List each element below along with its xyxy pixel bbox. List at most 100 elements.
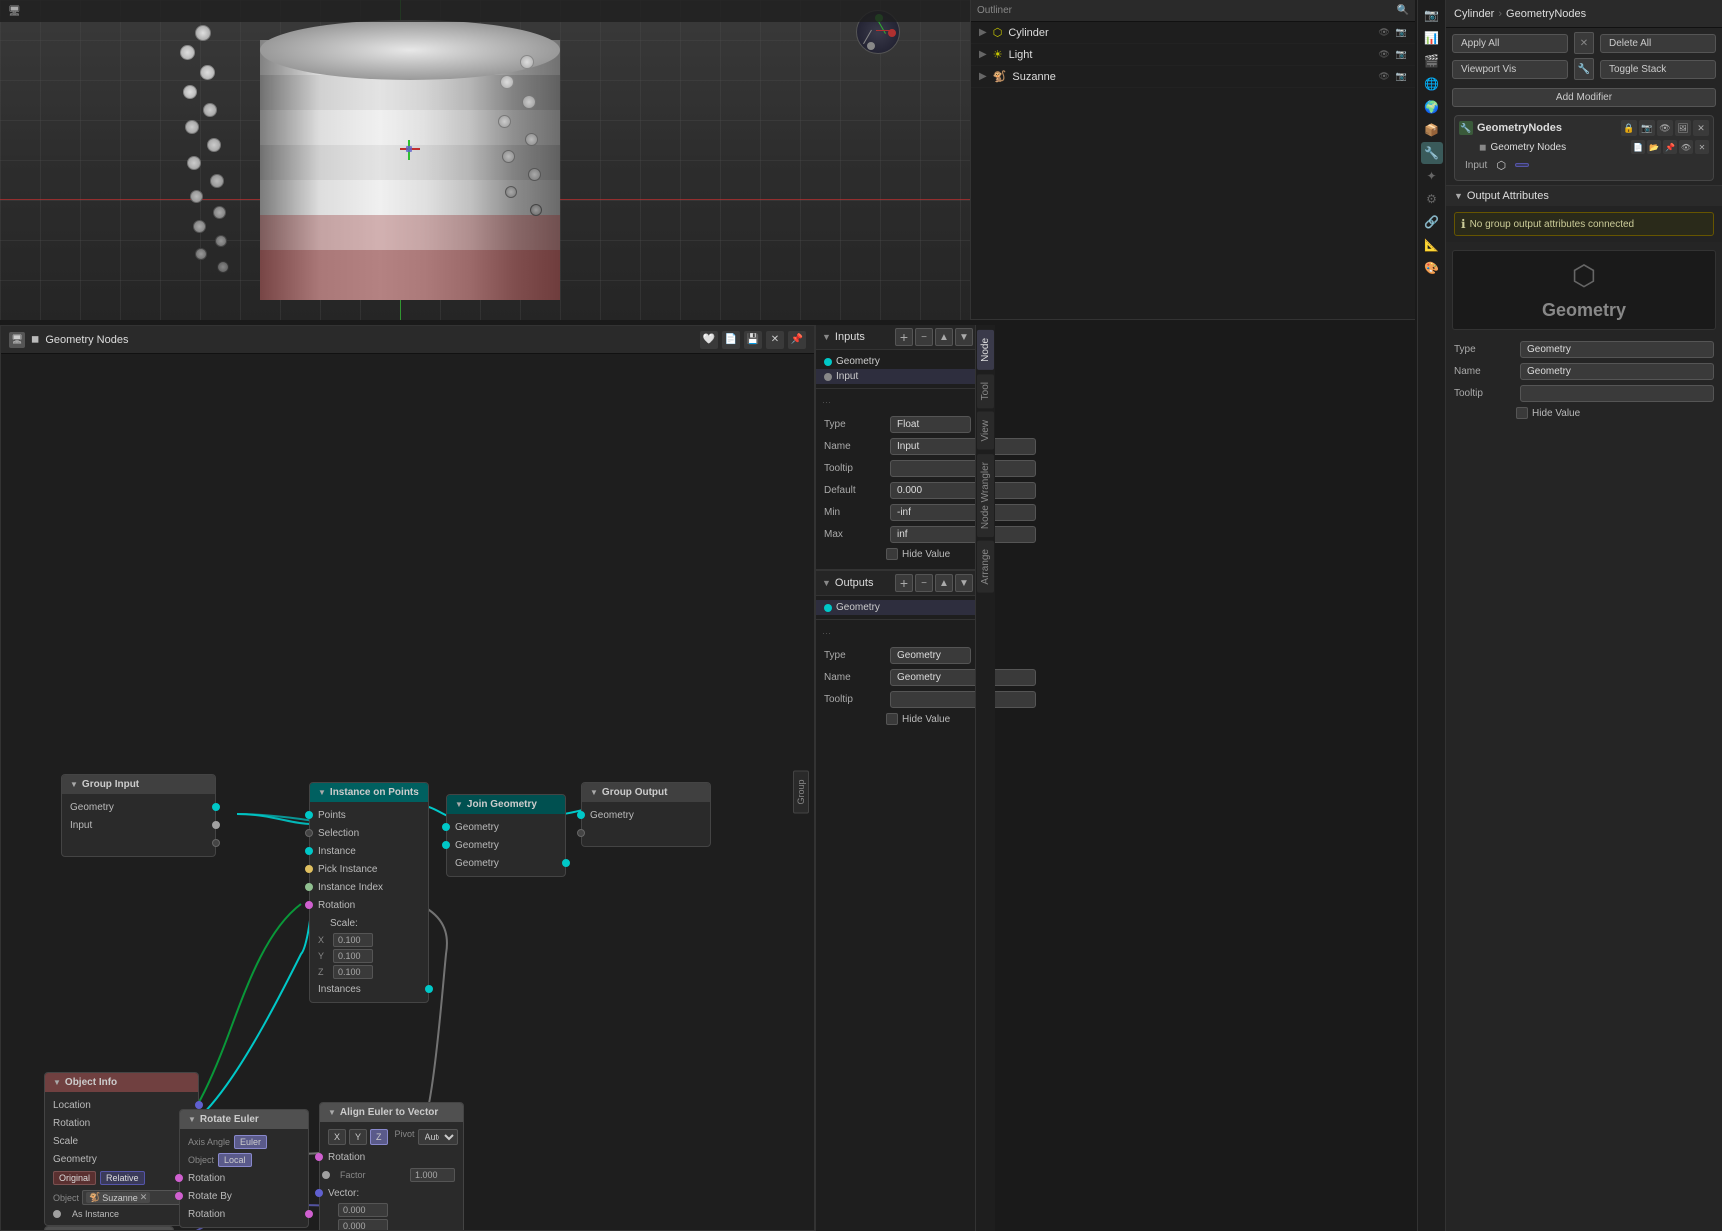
props-constraints-icon[interactable]: 🔗 bbox=[1421, 211, 1443, 233]
inputs-geometry-item[interactable]: Geometry bbox=[816, 354, 979, 369]
props-object-icon[interactable]: 📦 bbox=[1421, 119, 1443, 141]
inputs-add-btn[interactable]: + bbox=[895, 328, 913, 346]
factor-input[interactable] bbox=[410, 1168, 455, 1182]
scale-z-input[interactable] bbox=[333, 965, 373, 979]
modifier-close-btn[interactable]: ✕ bbox=[1693, 120, 1709, 136]
props-data-icon[interactable]: 📐 bbox=[1421, 234, 1443, 256]
suzanne-render-icon[interactable]: 📷 bbox=[1396, 71, 1407, 82]
node-wrangler-tab[interactable]: Node Wrangler bbox=[977, 454, 994, 537]
axis-z-btn[interactable]: Z bbox=[370, 1129, 388, 1145]
cylinder-render-icon[interactable]: 📷 bbox=[1396, 27, 1407, 38]
scale-y-input[interactable] bbox=[333, 949, 373, 963]
outputs-remove-btn[interactable]: − bbox=[915, 574, 933, 592]
tool-tab[interactable]: Tool bbox=[977, 374, 994, 408]
apply-all-button[interactable]: Apply All bbox=[1452, 34, 1568, 53]
hide-value-checkbox[interactable] bbox=[886, 548, 898, 560]
local-btn[interactable]: Local bbox=[218, 1153, 252, 1167]
ae-vector-x[interactable] bbox=[320, 1202, 463, 1218]
nodes-canvas[interactable]: ▼ Group Input Geometry Input ▼ bbox=[1, 354, 814, 1230]
sub-open-icon[interactable]: 📂 bbox=[1647, 140, 1661, 154]
iop-scale-z[interactable]: Z bbox=[310, 964, 428, 980]
geotype-hide-checkbox[interactable] bbox=[1516, 407, 1528, 419]
outputs-down-btn[interactable]: ▼ bbox=[955, 574, 973, 592]
viewport-vis-icon[interactable]: 🔧 bbox=[1574, 58, 1594, 80]
tooltip-field[interactable] bbox=[890, 460, 1036, 477]
scale-x-input[interactable] bbox=[333, 933, 373, 947]
node-group-input[interactable]: ▼ Group Input Geometry Input bbox=[61, 774, 216, 857]
output-attrs-header[interactable]: ▼ Output Attributes bbox=[1446, 185, 1722, 206]
geotype-name-field[interactable] bbox=[1520, 363, 1714, 380]
iop-scale-x[interactable]: X bbox=[310, 932, 428, 948]
inputs-up-btn[interactable]: ▲ bbox=[935, 328, 953, 346]
viewport-editor-type[interactable]: 🖥 bbox=[8, 6, 21, 17]
inputs-input-item[interactable]: Input bbox=[816, 369, 979, 384]
iop-scale-y[interactable]: Y bbox=[310, 948, 428, 964]
re-axis-angle-row[interactable]: Axis Angle Euler bbox=[180, 1133, 308, 1151]
arrange-tab[interactable]: Arrange bbox=[977, 541, 994, 593]
node-object-info[interactable]: ▼ Object Info Location Rotation Scale Ge… bbox=[44, 1072, 199, 1226]
loop-badge[interactable] bbox=[1515, 163, 1529, 167]
props-render-icon[interactable]: 📷 bbox=[1421, 4, 1443, 26]
oi-object-field[interactable]: 🐒 Suzanne ✕ bbox=[82, 1190, 190, 1205]
type-select[interactable]: Float Integer Boolean Vector Color Strin… bbox=[890, 416, 971, 433]
viewport-3d[interactable]: 🖥 bbox=[0, 0, 970, 320]
save-icon[interactable]: 💾 bbox=[744, 331, 762, 349]
node-group-output[interactable]: ▼ Group Output Geometry bbox=[581, 782, 711, 847]
outliner-item-suzanne[interactable]: ▶ 🐒 Suzanne 👁 📷 bbox=[971, 66, 1415, 88]
node-tab[interactable]: Node bbox=[977, 330, 994, 370]
min-field[interactable] bbox=[890, 504, 1036, 521]
vector-y-input[interactable] bbox=[338, 1219, 388, 1230]
pushpin-icon[interactable]: 📌 bbox=[788, 331, 806, 349]
node-editor-icon[interactable]: 🖥 bbox=[9, 332, 25, 348]
ae-vector-y[interactable] bbox=[320, 1218, 463, 1230]
props-material-icon[interactable]: 🎨 bbox=[1421, 257, 1443, 279]
sub-vis-icon[interactable]: 👁 bbox=[1679, 140, 1693, 154]
outliner-item-cylinder[interactable]: ▶ ⬡ Cylinder 👁 📷 bbox=[971, 22, 1415, 44]
output-name-field[interactable] bbox=[890, 669, 1036, 686]
light-vis-icon[interactable]: 👁 bbox=[1378, 49, 1389, 60]
new-node-icon[interactable]: 📄 bbox=[722, 331, 740, 349]
node-rotate-euler[interactable]: ▼ Rotate Euler Axis Angle Euler Object L… bbox=[179, 1109, 309, 1228]
node-join-geometry[interactable]: ▼ Join Geometry Geometry Geometry Geomet… bbox=[446, 794, 566, 877]
re-space-row[interactable]: Object Local bbox=[180, 1151, 308, 1169]
node-instance-on-points[interactable]: ▼ Instance on Points Points Selection In… bbox=[309, 782, 429, 1003]
euler-btn[interactable]: Euler bbox=[234, 1135, 267, 1149]
breadcrumb-geo[interactable]: GeometryNodes bbox=[1506, 8, 1586, 20]
max-field[interactable] bbox=[890, 526, 1036, 543]
geotype-type-select[interactable]: Geometry bbox=[1520, 341, 1714, 358]
pivot-select[interactable]: Auto bbox=[418, 1129, 458, 1145]
view-tab[interactable]: View bbox=[977, 412, 994, 450]
suzanne-tag-remove[interactable]: ✕ bbox=[140, 1192, 148, 1203]
outputs-up-btn[interactable]: ▲ bbox=[935, 574, 953, 592]
input-node-icon[interactable]: ⬡ bbox=[1493, 157, 1509, 173]
output-type-select[interactable]: Geometry bbox=[890, 647, 971, 664]
outputs-add-btn[interactable]: + bbox=[895, 574, 913, 592]
cylinder-vis-icon[interactable]: 👁 bbox=[1378, 27, 1389, 38]
modifier-render-icon[interactable]: 🖼 bbox=[1675, 120, 1691, 136]
name-field[interactable] bbox=[890, 438, 1036, 455]
props-physics-icon[interactable]: ⚙ bbox=[1421, 188, 1443, 210]
light-render-icon[interactable]: 📷 bbox=[1396, 49, 1407, 60]
default-field[interactable] bbox=[890, 482, 1036, 499]
outputs-geometry-item[interactable]: Geometry bbox=[816, 600, 979, 615]
props-world-icon[interactable]: 🌍 bbox=[1421, 96, 1443, 118]
vector-x-input[interactable] bbox=[338, 1203, 388, 1217]
modifier-vis-icon[interactable]: 👁 bbox=[1657, 120, 1673, 136]
close-icon[interactable]: ✕ bbox=[766, 331, 784, 349]
outliner-search[interactable]: 🔍 bbox=[1397, 5, 1409, 16]
inputs-down-btn[interactable]: ▼ bbox=[955, 328, 973, 346]
props-view-layer-icon[interactable]: 🎬 bbox=[1421, 50, 1443, 72]
props-output-icon[interactable]: 📊 bbox=[1421, 27, 1443, 49]
relative-mode-btn[interactable]: Relative bbox=[100, 1171, 145, 1185]
modifier-cam-icon[interactable]: 📷 bbox=[1639, 120, 1655, 136]
apply-all-close[interactable]: ✕ bbox=[1574, 32, 1594, 54]
breadcrumb-cylinder[interactable]: Cylinder bbox=[1454, 8, 1494, 20]
sub-pin-icon[interactable]: 📌 bbox=[1663, 140, 1677, 154]
node-align-euler[interactable]: ▼ Align Euler to Vector X Y Z Pivot Auto bbox=[319, 1102, 464, 1230]
axis-y-btn[interactable]: Y bbox=[349, 1129, 367, 1145]
props-particles-icon[interactable]: ✦ bbox=[1421, 165, 1443, 187]
node-normal[interactable]: ▼ Normal Normal bbox=[44, 1226, 174, 1230]
output-hide-value-checkbox[interactable] bbox=[886, 713, 898, 725]
axis-x-btn[interactable]: X bbox=[328, 1129, 346, 1145]
group-tab[interactable]: Group bbox=[793, 770, 809, 813]
